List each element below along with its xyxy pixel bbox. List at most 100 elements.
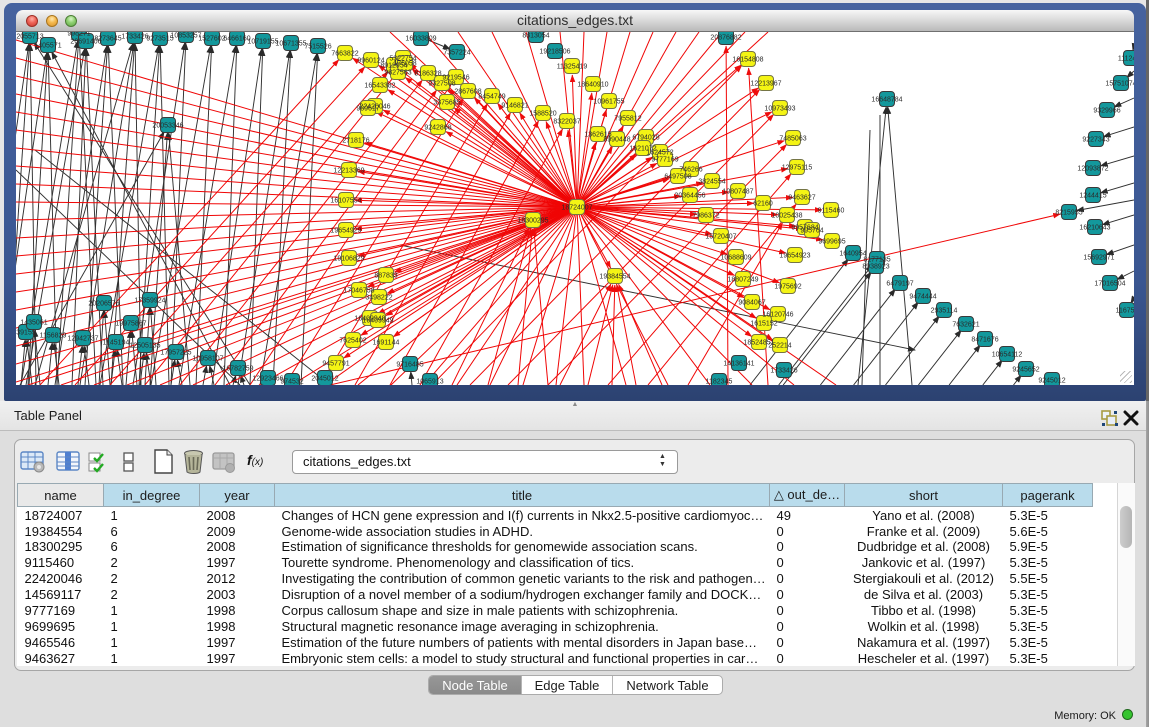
svg-text:995764: 995764 [800,228,823,235]
svg-text:15692971: 15692971 [1083,255,1114,262]
svg-text:989617: 989617 [356,106,379,113]
svg-text:3824554: 3824554 [698,179,725,186]
svg-text:1435061: 1435061 [20,320,47,327]
svg-text:1145194: 1145194 [103,340,130,347]
svg-text:9463627: 9463627 [788,195,815,202]
svg-text:19106829: 19106829 [333,256,364,263]
svg-text:12505135: 12505135 [129,343,160,350]
svg-text:746266: 746266 [679,167,702,174]
svg-text:12093872: 12093872 [1077,166,1108,173]
svg-text:9699695: 9699695 [818,239,845,246]
svg-text:16154808: 16154808 [732,57,763,64]
svg-text:998271: 998271 [67,32,90,38]
svg-text:8471676: 8471676 [971,337,998,344]
svg-text:12975115: 12975115 [782,165,813,172]
svg-text:12213967: 12213967 [750,81,781,88]
svg-text:1733426: 1733426 [121,34,148,41]
svg-text:9457791: 9457791 [322,361,349,368]
svg-text:19654923: 19654923 [779,253,810,260]
svg-text:12942737: 12942737 [67,336,98,343]
svg-text:15720407: 15720407 [705,234,736,241]
svg-text:9084067: 9084067 [738,300,765,307]
svg-text:17957225: 17957225 [160,350,191,357]
svg-text:20053346: 20053346 [152,123,183,130]
svg-text:19975867: 19975867 [115,321,146,328]
svg-text:10719155: 10719155 [247,39,278,46]
svg-text:3498222: 3498222 [365,295,392,302]
svg-text:8215955: 8215955 [1055,210,1082,217]
svg-text:62160: 62160 [753,201,773,208]
svg-text:1733426: 1733426 [770,368,797,375]
svg-text:19384554: 19384554 [599,274,630,281]
svg-text:12923466: 12923466 [252,376,283,383]
svg-text:9327508: 9327508 [428,81,455,88]
svg-text:16033809: 16033809 [405,36,436,43]
svg-text:1588520: 1588520 [529,111,556,118]
svg-text:17046758: 17046758 [343,288,374,295]
svg-text:10671355: 10671355 [275,41,306,48]
svg-text:12213369: 12213369 [333,168,364,175]
svg-text:1527602: 1527602 [198,36,225,43]
svg-text:6794028: 6794028 [632,135,659,142]
svg-text:10958107: 10958107 [192,356,223,363]
svg-text:9827563: 9827563 [384,70,411,77]
svg-text:3375685: 3375685 [433,100,460,107]
svg-text:10973493: 10973493 [764,106,795,113]
svg-text:8273645: 8273645 [94,36,121,43]
svg-text:9716485: 9716485 [396,362,423,369]
svg-text:10853257: 10853257 [170,33,201,40]
svg-text:7663822: 7663822 [331,51,358,58]
svg-text:8938923: 8938923 [862,264,889,271]
svg-text:7625402: 7625402 [339,338,366,345]
svg-text:1624572: 1624572 [646,150,673,157]
svg-text:16543382: 16543382 [364,83,395,90]
svg-text:16120746: 16120746 [762,312,793,319]
svg-text:1975692: 1975692 [774,284,801,291]
svg-text:11325419: 11325419 [557,64,588,71]
svg-text:1405571: 1405571 [34,43,61,50]
svg-text:974532: 974532 [280,379,303,386]
svg-text:20876882: 20876882 [710,35,741,42]
svg-text:10961755: 10961755 [593,99,624,106]
svg-text:1615152: 1615152 [750,321,777,328]
svg-text:18724007: 18724007 [561,205,592,212]
svg-text:9219546: 9219546 [442,75,469,82]
svg-text:9146821: 9146821 [501,103,528,110]
svg-text:252214: 252214 [768,343,791,350]
svg-text:2045012: 2045012 [311,376,338,383]
svg-text:8990448: 8990448 [603,137,630,144]
svg-text:16210643: 16210643 [1079,225,1110,232]
svg-text:15751074: 15751074 [1105,81,1134,88]
svg-text:7485063: 7485063 [779,136,806,143]
svg-text:9245652: 9245652 [1012,367,1039,374]
svg-text:7986372: 7986372 [692,213,719,220]
svg-text:1112484: 1112484 [1118,56,1134,63]
svg-text:1182345: 1182345 [706,379,733,386]
svg-text:16782759: 16782759 [222,366,253,373]
svg-text:17016504: 17016504 [1094,281,1125,288]
svg-text:9245012: 9245012 [1038,378,1065,385]
svg-text:6479197: 6479197 [886,281,913,288]
svg-text:1156829: 1156829 [40,333,67,340]
svg-text:19654929: 19654929 [330,228,361,235]
svg-text:6497508: 6497508 [664,174,691,181]
svg-text:20206576: 20206576 [88,301,119,308]
svg-text:7357224: 7357224 [443,50,470,57]
svg-text:2718176: 2718176 [342,138,369,145]
svg-text:9329966: 9329966 [1093,108,1120,115]
svg-text:8454749: 8454749 [478,94,505,101]
svg-text:10025438: 10025438 [771,213,802,220]
svg-text:17359924: 17359924 [134,298,165,305]
svg-text:116753: 116753 [1116,308,1134,315]
svg-text:9777169: 9777169 [651,157,678,164]
svg-text:20364456: 20364456 [674,193,705,200]
svg-text:10654112: 10654112 [992,352,1023,359]
svg-text:1065913: 1065913 [416,379,443,386]
svg-text:8813054: 8813054 [522,33,549,40]
svg-text:7632621: 7632621 [952,322,979,329]
svg-text:8186328: 8186328 [414,71,441,78]
svg-text:8322037: 8322037 [553,119,580,126]
svg-text:16107554: 16107554 [330,198,361,205]
svg-text:887833: 887833 [374,273,397,280]
svg-text:16409949: 16409949 [362,318,393,325]
